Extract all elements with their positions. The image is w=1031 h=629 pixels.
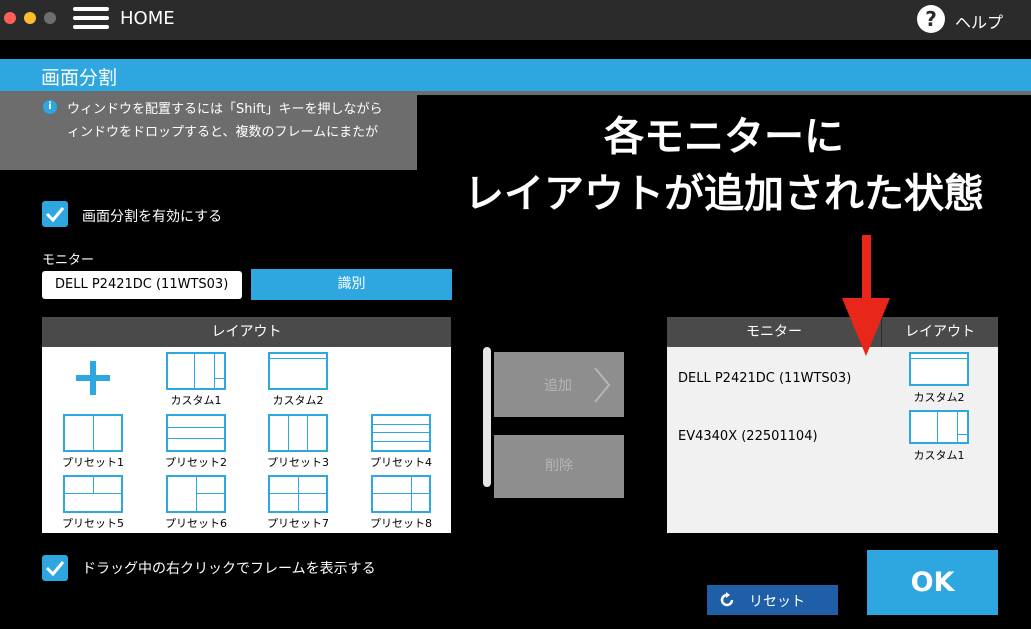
home-label[interactable]: HOME [120, 8, 175, 29]
layout-item-preset-5[interactable]: プリセット5 [42, 475, 144, 535]
layout-item-label: プリセット3 [267, 456, 329, 469]
reset-button[interactable]: リセット [707, 585, 838, 615]
info-icon: i [43, 100, 57, 114]
identify-button[interactable]: 識別 [251, 269, 452, 300]
annotation-overlay: 各モニターに レイアウトが追加された状態 [417, 95, 1031, 218]
layout-item-label: プリセット4 [370, 456, 432, 469]
preset-7-layout-icon [268, 475, 328, 513]
assign-header-layout: レイアウト [882, 317, 998, 347]
layout-item-preset-3[interactable]: プリセット3 [247, 414, 349, 474]
layout-item-label: プリセット8 [370, 517, 432, 530]
layout-item-label: プリセット7 [267, 517, 329, 530]
preset-2-layout-icon [166, 414, 226, 452]
add-button-label: 追加 [544, 378, 572, 394]
layout-panel-header: レイアウト [42, 317, 451, 347]
layout-scrollbar[interactable] [483, 347, 491, 487]
layout-item-preset-4[interactable]: プリセット4 [350, 414, 452, 474]
layout-grid: カスタム1 カスタム2 プリセット1 プリセット2 プリセット3 プリセット4 … [42, 347, 491, 535]
assigned-layout-label: カスタム1 [913, 449, 965, 462]
drag-right-click-label: ドラッグ中の右クリックでフレームを表示する [82, 561, 376, 577]
reset-label: リセット [749, 594, 805, 610]
assigned-monitor-name[interactable]: DELL P2421DC (11WTS03) [678, 371, 851, 386]
assigned-layout-label: カスタム2 [913, 391, 965, 404]
preset-6-layout-icon [166, 475, 226, 513]
assigned-monitor-name[interactable]: EV4340X (22501104) [678, 429, 818, 444]
layout-item-label: カスタム1 [170, 394, 222, 407]
help-icon[interactable]: ? [917, 5, 945, 33]
zoom-window-button[interactable] [44, 12, 56, 24]
layout-item-custom-1[interactable]: カスタム1 [145, 352, 247, 412]
layout-item-preset-6[interactable]: プリセット6 [145, 475, 247, 535]
section-header: 画面分割 [0, 59, 1031, 91]
layout-item-custom-2[interactable]: カスタム2 [247, 352, 349, 412]
info-text-line-1: ウィンドウを配置するには「Shift」キーを押しながら [67, 102, 383, 117]
monitor-label: モニター [42, 253, 95, 268]
annotation-arrow-head-icon [842, 298, 890, 356]
layout-item-preset-1[interactable]: プリセット1 [42, 414, 144, 474]
preset-1-layout-icon [63, 414, 123, 452]
layout-item-label: プリセット6 [165, 517, 227, 530]
hamburger-menu-icon[interactable] [73, 4, 109, 34]
enable-split-checkbox[interactable] [42, 201, 68, 227]
info-text-line-2: ィンドウをドロップすると、複数のフレームにまたが [67, 125, 379, 140]
add-layout-to-monitor-button[interactable]: 追加 [494, 352, 624, 417]
layout-item-label: プリセット1 [62, 456, 124, 469]
annotation-arrow-icon [862, 235, 871, 300]
preset-8-layout-icon [371, 475, 431, 513]
plus-icon [76, 361, 110, 395]
preset-5-layout-icon [63, 475, 123, 513]
preset-3-layout-icon [268, 414, 328, 452]
custom-2-layout-icon[interactable] [909, 352, 969, 386]
layout-item-label: カスタム2 [272, 394, 324, 407]
page-title: 画面分割 [41, 67, 118, 89]
custom-2-layout-icon [268, 352, 328, 390]
enable-split-label: 画面分割を有効にする [82, 209, 223, 225]
drag-right-click-checkbox[interactable] [42, 555, 68, 581]
annotation-line-1: 各モニターに [604, 114, 844, 160]
preset-4-layout-icon [371, 414, 431, 452]
layout-item-preset-2[interactable]: プリセット2 [145, 414, 247, 474]
layout-item-preset-8[interactable]: プリセット8 [350, 475, 452, 535]
help-label[interactable]: ヘルプ [955, 9, 1003, 33]
layout-item-label: プリセット5 [62, 517, 124, 530]
delete-layout-button[interactable]: 削除 [494, 435, 624, 498]
refresh-icon [720, 592, 734, 607]
layout-item-label: プリセット2 [165, 456, 227, 469]
ok-button[interactable]: OK [867, 550, 998, 615]
monitor-select[interactable]: DELL P2421DC (11WTS03) [42, 271, 242, 299]
title-bar: HOME ? ヘルプ [0, 0, 1031, 40]
chevron-right-icon [594, 367, 611, 403]
custom-1-layout-icon[interactable] [909, 410, 969, 444]
custom-1-layout-icon [166, 352, 226, 390]
minimize-window-button[interactable] [24, 12, 36, 24]
annotation-line-2: レイアウトが追加された状態 [464, 171, 984, 217]
monitor-layout-table: DELL P2421DC (11WTS03) カスタム2 EV4340X (22… [667, 347, 998, 533]
add-layout-button[interactable] [42, 347, 144, 407]
layout-item-preset-7[interactable]: プリセット7 [247, 475, 349, 535]
close-window-button[interactable] [4, 12, 16, 24]
